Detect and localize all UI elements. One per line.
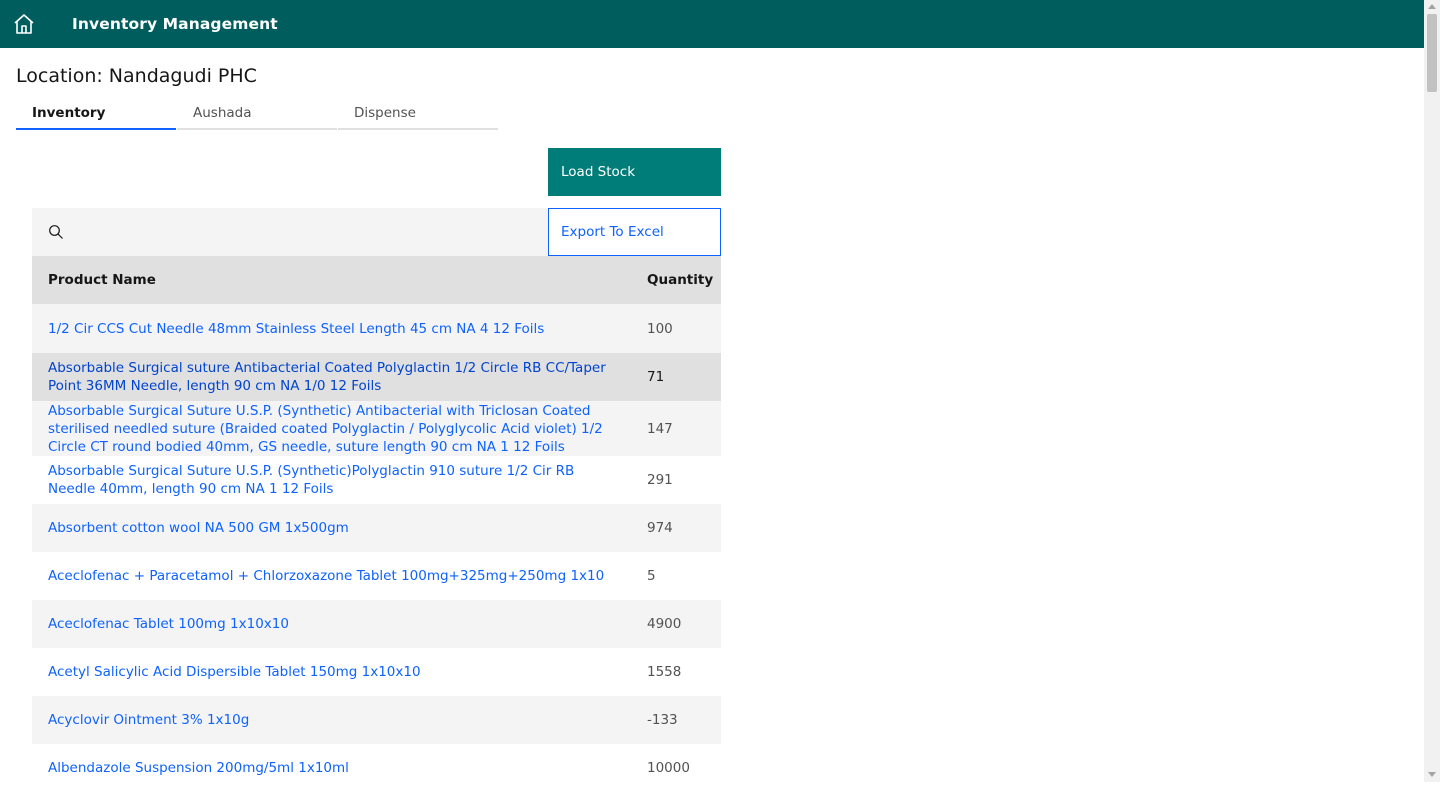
- scrollbar[interactable]: [1424, 0, 1440, 782]
- table-row[interactable]: Aceclofenac + Paracetamol + Chlorzoxazon…: [32, 552, 721, 600]
- quantity-cell: -133: [647, 712, 678, 728]
- column-header-quantity[interactable]: Quantity: [631, 272, 721, 288]
- product-name-link[interactable]: Albendazole Suspension 200mg/5ml 1x10ml: [32, 759, 631, 777]
- table-row[interactable]: 1/2 Cir CCS Cut Needle 48mm Stainless St…: [32, 304, 721, 353]
- scrollbar-thumb[interactable]: [1427, 14, 1437, 92]
- product-name-link[interactable]: Absorbable Surgical suture Antibacterial…: [32, 359, 631, 395]
- location-label: Location: Nandagudi PHC: [16, 65, 257, 87]
- table-toolbar: Export To Excel: [32, 208, 721, 258]
- quantity-cell: 291: [647, 472, 673, 488]
- table-row[interactable]: Acetyl Salicylic Acid Dispersible Tablet…: [32, 648, 721, 696]
- quantity-cell: 147: [647, 420, 673, 437]
- product-name-link[interactable]: Aceclofenac Tablet 100mg 1x10x10: [32, 615, 631, 633]
- product-name-link[interactable]: Acyclovir Ointment 3% 1x10g: [32, 711, 631, 729]
- tab-list: Inventory Aushada Dispense: [16, 96, 499, 130]
- export-to-excel-button[interactable]: Export To Excel: [548, 208, 721, 256]
- quantity-cell: 974: [647, 520, 673, 536]
- product-name-link[interactable]: 1/2 Cir CCS Cut Needle 48mm Stainless St…: [32, 320, 631, 338]
- inventory-table: Product Name Quantity 1/2 Cir CCS Cut Ne…: [32, 256, 721, 792]
- quantity-cell: 1558: [647, 664, 682, 680]
- product-name-link[interactable]: Absorbable Surgical Suture U.S.P. (Synth…: [32, 462, 631, 498]
- tab-aushada[interactable]: Aushada: [177, 96, 337, 130]
- home-button[interactable]: [0, 0, 48, 48]
- table-row[interactable]: Acyclovir Ointment 3% 1x10g -133: [32, 696, 721, 744]
- table-header: Product Name Quantity: [32, 256, 721, 304]
- table-row[interactable]: Absorbable Surgical Suture U.S.P. (Synth…: [32, 401, 721, 456]
- table-row[interactable]: Albendazole Suspension 200mg/5ml 1x10ml 1…: [32, 744, 721, 792]
- home-icon: [14, 14, 34, 34]
- app-title: Inventory Management: [72, 15, 278, 33]
- quantity-cell: 10000: [647, 760, 690, 776]
- product-name-link[interactable]: Absorbent cotton wool NA 500 GM 1x500gm: [32, 519, 631, 537]
- table-row[interactable]: Absorbable Surgical Suture U.S.P. (Synth…: [32, 456, 721, 504]
- scroll-up-arrow[interactable]: [1428, 4, 1436, 9]
- app-header: Inventory Management: [0, 0, 1424, 48]
- search-icon: [49, 225, 63, 239]
- table-row[interactable]: Absorbent cotton wool NA 500 GM 1x500gm 9…: [32, 504, 721, 552]
- scroll-down-arrow[interactable]: [1428, 772, 1436, 777]
- column-header-product-name[interactable]: Product Name: [32, 272, 631, 288]
- product-name-link[interactable]: Aceclofenac + Paracetamol + Chlorzoxazon…: [32, 567, 631, 585]
- quantity-cell: 5: [647, 568, 656, 584]
- load-stock-button[interactable]: Load Stock: [548, 148, 721, 196]
- product-name-link[interactable]: Absorbable Surgical Suture U.S.P. (Synth…: [32, 402, 631, 456]
- quantity-cell: 4900: [647, 616, 682, 632]
- tab-dispense[interactable]: Dispense: [338, 96, 498, 130]
- table-row[interactable]: Aceclofenac Tablet 100mg 1x10x10 4900: [32, 600, 721, 648]
- table-body: 1/2 Cir CCS Cut Needle 48mm Stainless St…: [32, 304, 721, 792]
- product-name-link[interactable]: Acetyl Salicylic Acid Dispersible Tablet…: [32, 663, 631, 681]
- search-input[interactable]: [76, 208, 540, 258]
- tab-inventory[interactable]: Inventory: [16, 96, 176, 130]
- table-row[interactable]: Absorbable Surgical suture Antibacterial…: [32, 353, 721, 401]
- quantity-cell: 100: [647, 320, 673, 337]
- quantity-cell: 71: [647, 369, 665, 385]
